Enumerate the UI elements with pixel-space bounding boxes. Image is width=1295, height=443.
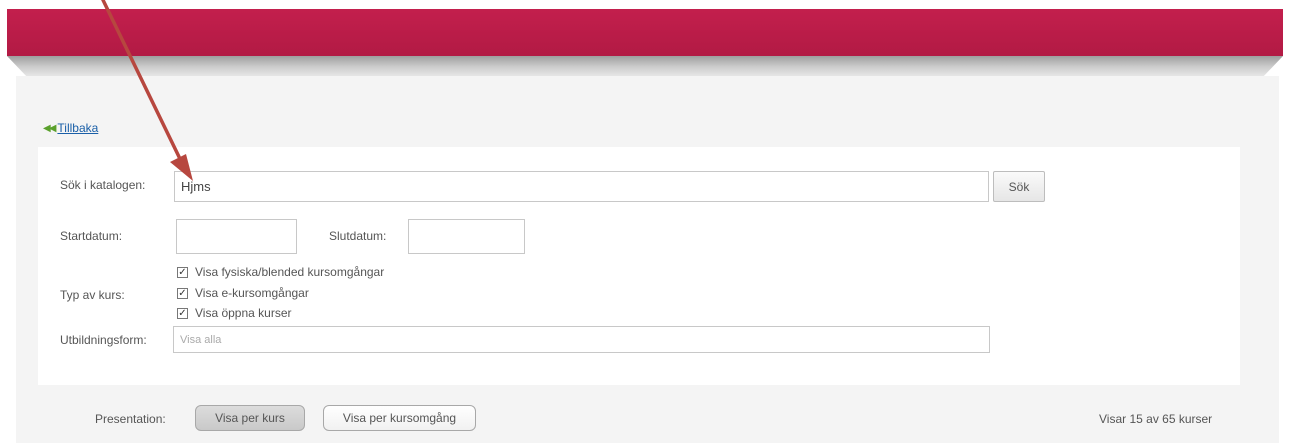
result-count: Visar 15 av 65 kurser	[1099, 412, 1213, 426]
checkbox-checked-icon[interactable]: ✓	[177, 307, 188, 319]
search-input[interactable]: Hjms	[174, 171, 989, 202]
checkbox-open-courses[interactable]: ✓ Visa öppna kurser	[177, 306, 292, 320]
double-left-arrow-icon: ◀◀	[43, 122, 56, 134]
view-per-course-button[interactable]: Visa per kurs	[195, 405, 305, 431]
view-per-course-label: Visa per kurs	[215, 411, 285, 425]
start-date-input[interactable]	[176, 219, 297, 254]
course-type-label: Typ av kurs:	[60, 288, 125, 302]
checkbox-e-course-label: Visa e-kursomgångar	[195, 286, 309, 300]
back-link[interactable]: ◀◀ Tillbaka	[43, 121, 98, 135]
search-input-value: Hjms	[181, 179, 211, 194]
checkbox-physical-blended-label: Visa fysiska/blended kursomgångar	[195, 265, 385, 279]
checkbox-open-courses-label: Visa öppna kurser	[195, 306, 292, 320]
checkbox-physical-blended[interactable]: ✓ Visa fysiska/blended kursomgångar	[177, 265, 384, 279]
presentation-bar: Presentation: Visa per kurs Visa per kur…	[38, 392, 1240, 443]
search-label: Sök i katalogen:	[60, 178, 146, 192]
start-date-label: Startdatum:	[60, 229, 123, 243]
checkbox-checked-icon[interactable]: ✓	[177, 266, 188, 278]
education-form-select[interactable]: Visa alla	[173, 326, 990, 353]
search-button-label: Sök	[1008, 179, 1030, 194]
end-date-label: Slutdatum:	[329, 229, 387, 243]
checkbox-e-course[interactable]: ✓ Visa e-kursomgångar	[177, 286, 309, 300]
search-button[interactable]: Sök	[993, 171, 1045, 202]
back-link-label[interactable]: Tillbaka	[57, 121, 98, 135]
education-form-label: Utbildningsform:	[60, 333, 147, 347]
view-per-course-session-label: Visa per kursomgång	[342, 411, 457, 425]
view-per-course-session-button[interactable]: Visa per kursomgång	[323, 405, 476, 431]
header-shadow	[7, 56, 1283, 76]
education-form-placeholder: Visa alla	[180, 333, 222, 346]
end-date-input[interactable]	[408, 219, 525, 254]
site-header-band	[7, 9, 1283, 56]
checkbox-checked-icon[interactable]: ✓	[177, 287, 188, 299]
presentation-label: Presentation:	[95, 412, 166, 426]
